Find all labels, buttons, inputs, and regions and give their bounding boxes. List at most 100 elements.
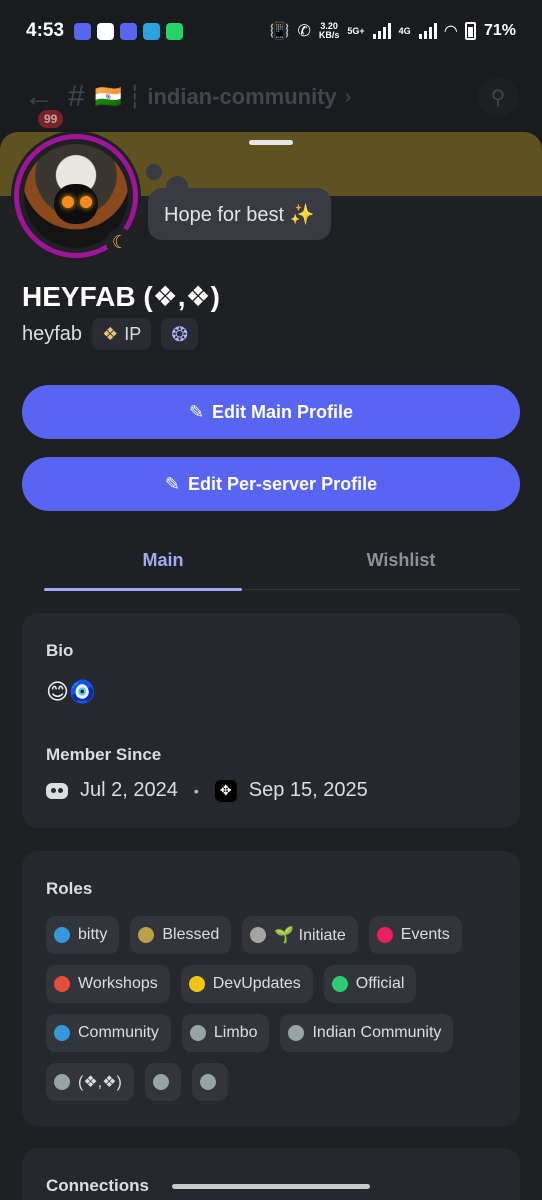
vibrate-icon: 📳: [269, 23, 290, 40]
avatar-eye-left: [62, 196, 74, 208]
role-chip[interactable]: [144, 1063, 181, 1101]
channel-header: ← 99 # 🇮🇳 ┆ indian-community › ⚲: [0, 62, 542, 132]
status-bar: 4:53 📳 ✆ 3.20 KB/s 5G+ 4G ◠ 71%: [0, 0, 542, 62]
discord-join-date: Jul 2, 2024: [80, 779, 178, 801]
home-indicator[interactable]: [172, 1184, 370, 1189]
role-chip[interactable]: Limbo: [181, 1014, 270, 1052]
tab-main[interactable]: Main: [44, 532, 282, 591]
profile-sheet: ☾ Hope for best ✨ HEYFAB (❖,❖) heyfab ❖ …: [0, 132, 542, 1200]
edit-main-profile-button[interactable]: ✎ Edit Main Profile: [22, 385, 520, 439]
edit-per-server-profile-button[interactable]: ✎ Edit Per-server Profile: [22, 457, 520, 511]
role-label: Official: [355, 975, 405, 992]
role-chip[interactable]: Community: [46, 1014, 171, 1052]
separator: •: [193, 782, 199, 799]
role-chip[interactable]: Indian Community: [280, 1014, 454, 1052]
tag-icon: ❖: [102, 323, 119, 344]
laurel-badge-icon: ❂: [171, 323, 188, 346]
pencil-icon: ✎: [164, 473, 180, 494]
profile-tabs: Main Wishlist: [44, 532, 520, 591]
role-chip[interactable]: DevUpdates: [180, 965, 313, 1003]
discord-notification-icon: [120, 22, 138, 40]
role-chip[interactable]: Blessed: [130, 916, 232, 954]
hash-icon: #: [68, 80, 85, 113]
signal-icon-2: [418, 23, 437, 39]
sheet-drag-handle[interactable]: [249, 140, 293, 145]
edit-per-server-profile-label: Edit Per-server Profile: [188, 473, 378, 494]
role-chip[interactable]: Workshops: [46, 965, 170, 1003]
role-color-dot: [199, 1074, 216, 1090]
role-chip[interactable]: (❖,❖): [46, 1063, 134, 1101]
username-row: heyfab ❖ IP ❂: [22, 318, 198, 350]
call-icon: ✆: [297, 23, 311, 40]
clock: 4:53: [26, 20, 65, 41]
discord-icon: [46, 782, 68, 799]
role-color-dot: [288, 1025, 305, 1041]
roles-card: Roles bitty Blessed 🌱 Initiate Events Worksh…: [22, 851, 520, 1126]
role-label: (❖,❖): [78, 1074, 122, 1091]
whatsapp-notification-icon: [166, 22, 184, 40]
username[interactable]: heyfab: [22, 323, 82, 346]
server-icon: ✥: [214, 779, 237, 802]
tab-wishlist[interactable]: Wishlist: [282, 532, 520, 589]
roles-list: bitty Blessed 🌱 Initiate Events Workshops Dev…: [46, 916, 506, 1101]
role-chip[interactable]: Official: [323, 965, 417, 1003]
connections-title: Connections: [46, 1176, 149, 1195]
role-label: Indian Community: [312, 1024, 442, 1041]
role-color-dot: [250, 927, 267, 943]
role-color-dot: [376, 927, 393, 943]
role-color-dot: [138, 927, 155, 943]
telegram-notification-icon: [143, 22, 161, 40]
display-name: HEYFAB (❖,❖): [22, 281, 220, 312]
bio-text: 😊🧿: [46, 679, 97, 704]
flag-emoji: 🇮🇳: [94, 84, 123, 109]
role-color-dot: [189, 1025, 206, 1041]
pencil-icon: ✎: [188, 401, 205, 422]
tag-label: IP: [124, 323, 142, 344]
network-4g: 4G: [398, 25, 411, 36]
network-5g: 5G+: [347, 25, 365, 36]
role-color-dot: [54, 1074, 70, 1090]
role-chip[interactable]: [191, 1063, 228, 1101]
unread-badge: 99: [38, 110, 64, 128]
edit-main-profile-label: Edit Main Profile: [212, 401, 354, 422]
back-arrow-icon[interactable]: ← 99: [24, 80, 64, 128]
network-speed: 3.20 KB/s: [318, 21, 340, 40]
wifi-icon: ◠: [444, 23, 457, 40]
member-since-row: Jul 2, 2024 • ✥ Sep 15, 2025: [46, 779, 368, 802]
role-label: Community: [78, 1024, 159, 1041]
role-color-dot: [54, 1025, 70, 1041]
discord-notification-icon: [74, 22, 92, 40]
role-label: 🌱 Initiate: [274, 927, 346, 944]
server-tag[interactable]: ❖ IP: [92, 318, 152, 350]
role-label: Limbo: [213, 1024, 258, 1041]
server-join-date: Sep 15, 2025: [248, 779, 368, 801]
role-chip[interactable]: 🌱 Initiate: [242, 916, 358, 954]
channel-name[interactable]: ┆ indian-community: [128, 84, 337, 110]
role-color-dot: [331, 976, 348, 992]
search-icon[interactable]: ⚲: [478, 77, 518, 117]
roles-title: Roles: [46, 879, 93, 898]
battery-level: 71%: [483, 22, 516, 39]
role-color-dot: [152, 1074, 169, 1090]
role-chip[interactable]: Events: [368, 916, 462, 954]
chevron-right-icon: ›: [344, 85, 352, 108]
custom-status-bubble[interactable]: Hope for best ✨: [148, 188, 331, 240]
role-label: DevUpdates: [212, 975, 301, 992]
bio-title: Bio: [46, 641, 74, 660]
role-label: Blessed: [162, 926, 220, 943]
role-color-dot: [54, 976, 70, 992]
member-since-title: Member Since: [46, 745, 162, 764]
idle-status-icon: ☾: [106, 228, 134, 256]
role-color-dot: [188, 976, 205, 992]
signal-icon: [372, 23, 391, 39]
connections-card: Connections: [22, 1148, 520, 1200]
messages-notification-icon: [97, 22, 115, 40]
avatar-eye-right: [80, 196, 92, 208]
role-label: Workshops: [78, 975, 158, 992]
bio-card: Bio 😊🧿 Member Since Jul 2, 2024 • ✥ Sep …: [22, 613, 520, 828]
role-chip[interactable]: bitty: [46, 916, 120, 954]
thought-bubble-dot: [146, 164, 162, 180]
role-label: bitty: [78, 926, 108, 943]
badge-chip[interactable]: ❂: [161, 318, 198, 350]
role-label: Events: [400, 926, 450, 943]
